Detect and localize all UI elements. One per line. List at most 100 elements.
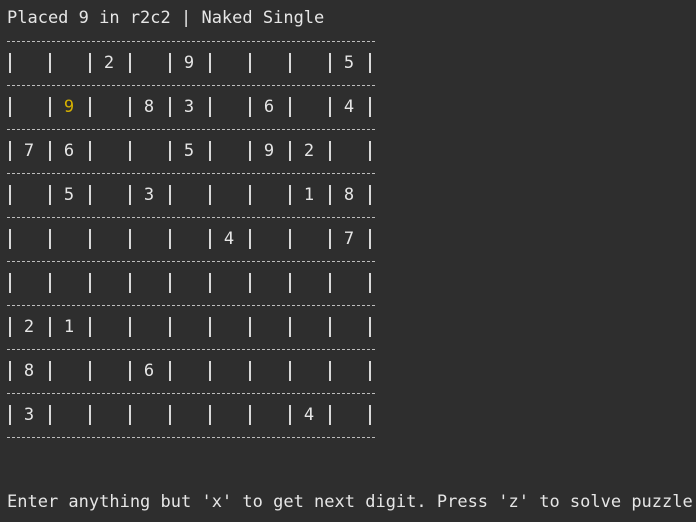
board-row: 2 9 5: [7, 52, 377, 74]
board-cell: 5: [183, 141, 195, 161]
board-cell: 1: [303, 185, 315, 205]
row-divider: [7, 118, 377, 140]
board-cell: 9: [183, 53, 195, 73]
board-cell: [131, 404, 167, 426]
board-cell: 7: [343, 229, 355, 249]
board-cell: [51, 228, 87, 250]
board-cell: [211, 184, 247, 206]
board-cell: [251, 184, 287, 206]
board-cell: [251, 272, 287, 294]
board-cell: [291, 96, 327, 118]
board-cell: [91, 272, 127, 294]
board-cell: [131, 272, 167, 294]
board-cell: 8: [23, 361, 35, 381]
board-cell: [11, 52, 47, 74]
board-cell: [211, 272, 247, 294]
board-cell: 9: [263, 141, 275, 161]
board-cell: [11, 184, 47, 206]
row-divider: [7, 74, 377, 96]
board-cell: [91, 404, 127, 426]
board-cell: [171, 228, 207, 250]
board-cell: [291, 52, 327, 74]
row-divider: [7, 382, 377, 404]
board-cell: 9: [63, 97, 75, 117]
row-divider: [7, 162, 377, 184]
board-cell: [11, 96, 47, 118]
cell-separator: [369, 317, 371, 337]
cell-separator: [369, 53, 371, 73]
board-cell: [331, 316, 367, 338]
board-cell: [211, 404, 247, 426]
board-cell: 4: [223, 229, 235, 249]
board-cell: [91, 228, 127, 250]
console-window: Placed 9 in r2c2 | Naked Single 2 9 5 9 8 3 6 4…: [0, 0, 696, 522]
board-cell: 8: [343, 185, 355, 205]
board-cell: [131, 52, 167, 74]
status-line: Placed 9 in r2c2 | Naked Single: [7, 8, 325, 28]
board-cell: 6: [143, 361, 155, 381]
board-cell: [291, 228, 327, 250]
board-cell: [331, 404, 367, 426]
board-cell: 4: [303, 405, 315, 425]
board-cell: [11, 272, 47, 294]
sudoku-board: 2959836476592531847218634: [7, 30, 377, 448]
board-row: 47: [7, 228, 377, 250]
board-cell: [211, 140, 247, 162]
board-cell: 2: [103, 53, 115, 73]
row-divider: [7, 30, 377, 52]
board-cell: [91, 316, 127, 338]
board-cell: [131, 140, 167, 162]
board-cell: [291, 360, 327, 382]
board-cell: [51, 52, 87, 74]
board-cell: 3: [23, 405, 35, 425]
input-prompt: Enter anything but 'x' to get next digit…: [7, 492, 696, 512]
board-cell: [251, 404, 287, 426]
board-cell: [91, 184, 127, 206]
board-row: 86: [7, 360, 377, 382]
cell-separator: [369, 229, 371, 249]
board-cell: [51, 360, 87, 382]
cell-separator: [369, 185, 371, 205]
board-cell: [171, 316, 207, 338]
board-cell: [211, 360, 247, 382]
board-cell: [171, 404, 207, 426]
board-cell: [171, 360, 207, 382]
board-cell: 7: [23, 141, 35, 161]
board-row: 9 8 3 6 4: [7, 96, 377, 118]
board-row: 21: [7, 316, 377, 338]
board-cell: [211, 316, 247, 338]
board-cell: [331, 360, 367, 382]
board-cell: [171, 272, 207, 294]
board-cell: 4: [343, 97, 355, 117]
board-cell: [291, 316, 327, 338]
board-cell: 1: [63, 317, 75, 337]
cell-separator: [369, 141, 371, 161]
board-cell: [251, 228, 287, 250]
board-cell: [171, 184, 207, 206]
cell-separator: [369, 405, 371, 425]
board-cell: 2: [303, 141, 315, 161]
row-divider: [7, 426, 377, 448]
board-cell: [251, 52, 287, 74]
board-row: [7, 272, 377, 294]
row-divider: [7, 206, 377, 228]
board-cell: 3: [183, 97, 195, 117]
row-divider: [7, 250, 377, 272]
cell-separator: [369, 361, 371, 381]
board-cell: [251, 360, 287, 382]
board-cell: [131, 316, 167, 338]
row-divider: [7, 294, 377, 316]
board-cell: [131, 228, 167, 250]
board-cell: 8: [143, 97, 155, 117]
board-row: 7 6 5 9 2: [7, 140, 377, 162]
board-cell: 5: [343, 53, 355, 73]
cell-separator: [369, 97, 371, 117]
board-cell: [11, 228, 47, 250]
board-cell: 6: [263, 97, 275, 117]
board-cell: [331, 272, 367, 294]
board-cell: [331, 140, 367, 162]
board-cell: 2: [23, 317, 35, 337]
board-cell: 3: [143, 185, 155, 205]
board-cell: 6: [63, 141, 75, 161]
board-cell: [211, 52, 247, 74]
